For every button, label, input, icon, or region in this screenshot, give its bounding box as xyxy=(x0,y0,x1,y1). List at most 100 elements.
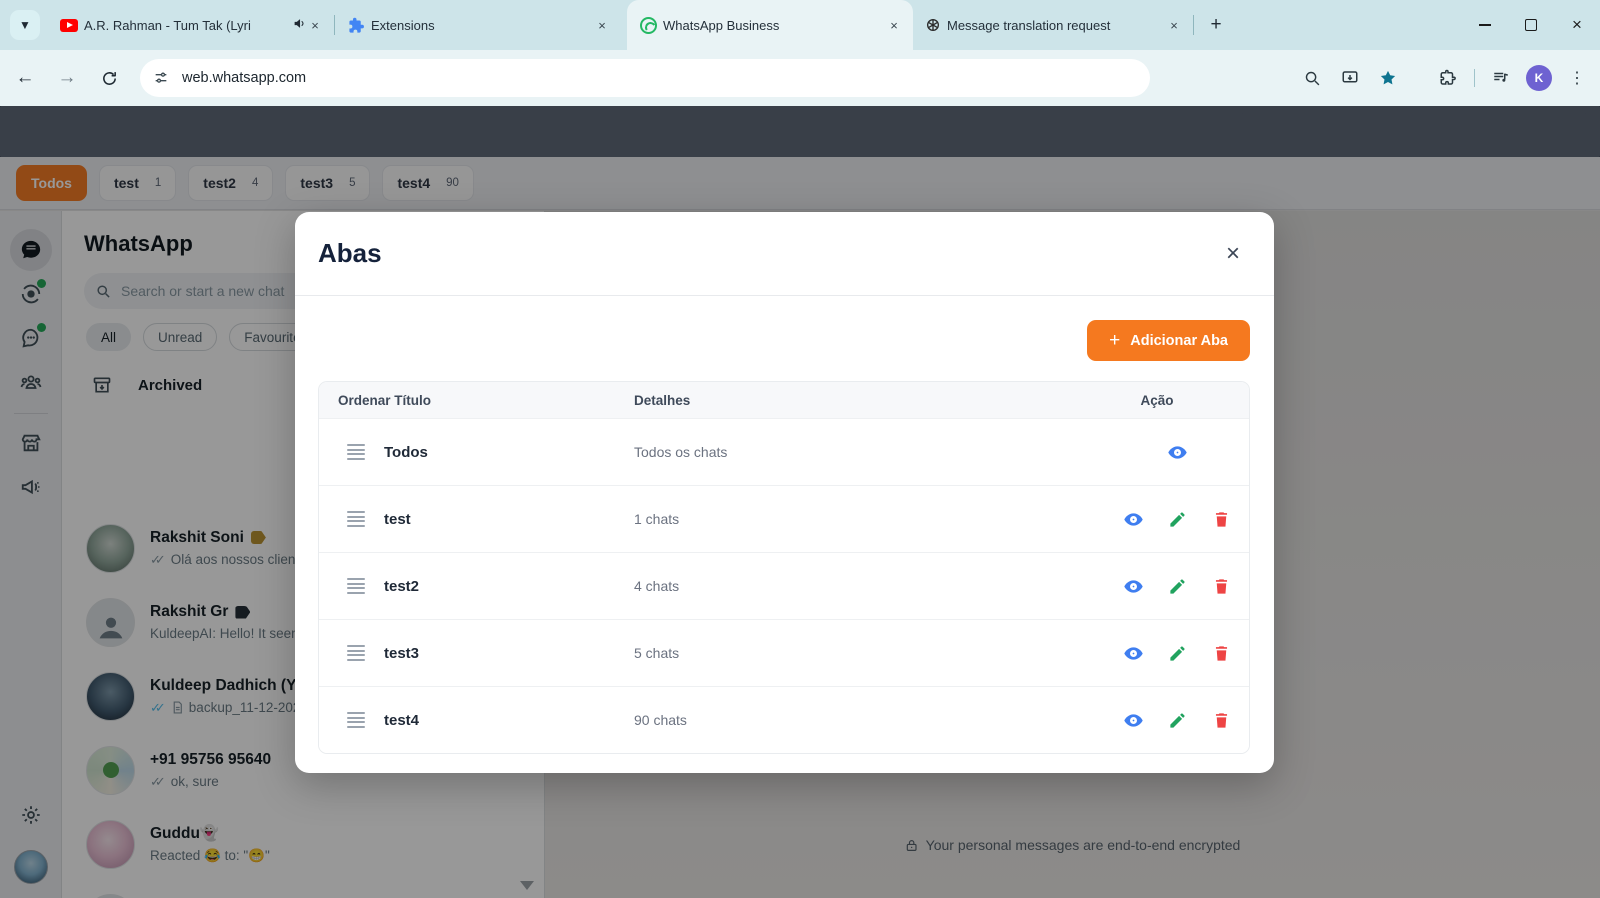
trash-icon xyxy=(1212,644,1231,663)
plus-icon: + xyxy=(1109,330,1120,352)
eye-icon xyxy=(1167,442,1188,463)
browser-tab-whatsapp-active[interactable]: WhatsApp Business × xyxy=(627,0,913,50)
view-tab-button[interactable] xyxy=(1111,700,1155,740)
youtube-icon xyxy=(60,16,78,34)
tab-row-title: test xyxy=(384,511,411,528)
drag-handle-icon[interactable] xyxy=(347,511,365,527)
tab-title: WhatsApp Business xyxy=(663,18,879,33)
column-header-action: Ação xyxy=(1079,393,1249,408)
trash-icon xyxy=(1212,510,1231,529)
drag-handle-icon[interactable] xyxy=(347,645,365,661)
page-content: ▼ + Todos test1 test24 xyxy=(0,106,1600,898)
tab-row-title: test2 xyxy=(384,578,419,595)
tab-title: Extensions xyxy=(371,18,587,33)
zoom-icon[interactable] xyxy=(1295,61,1329,95)
site-info-icon[interactable] xyxy=(148,65,174,91)
chrome-menu-icon[interactable]: ⋮ xyxy=(1560,61,1594,95)
url-text: web.whatsapp.com xyxy=(182,70,306,86)
add-tab-button-label: Adicionar Aba xyxy=(1130,333,1228,349)
browser-tab-youtube[interactable]: A.R. Rahman - Tum Tak (Lyri × xyxy=(48,0,334,50)
drag-handle-icon[interactable] xyxy=(347,578,365,594)
delete-tab-button[interactable] xyxy=(1199,633,1243,673)
close-tab-icon[interactable]: × xyxy=(306,16,324,34)
table-row: test4 90 chats xyxy=(319,686,1249,753)
window-restore-button[interactable] xyxy=(1508,0,1554,50)
browser-toolbar: ← → web.whatsapp.com K ⋮ xyxy=(0,50,1600,106)
view-tab-button[interactable] xyxy=(1155,432,1199,472)
window-close-button[interactable]: × xyxy=(1554,0,1600,50)
new-tab-button[interactable]: + xyxy=(1202,11,1230,39)
whatsapp-icon xyxy=(639,16,657,34)
modal-body: + Adicionar Aba Ordenar Título Detalhes … xyxy=(295,296,1274,754)
delete-tab-button[interactable] xyxy=(1199,566,1243,606)
audio-playing-icon[interactable] xyxy=(293,17,306,33)
media-playlist-icon[interactable] xyxy=(1484,61,1518,95)
tab-row-title: test4 xyxy=(384,712,419,729)
profile-avatar[interactable]: K xyxy=(1522,61,1556,95)
delete-tab-button[interactable] xyxy=(1199,700,1243,740)
eye-icon xyxy=(1123,710,1144,731)
edit-tab-button[interactable] xyxy=(1155,499,1199,539)
address-bar[interactable]: web.whatsapp.com xyxy=(140,59,1150,97)
tab-separator xyxy=(1193,15,1194,35)
table-row: test3 5 chats xyxy=(319,619,1249,686)
table-header-row: Ordenar Título Detalhes Ação xyxy=(319,382,1249,418)
eye-icon xyxy=(1123,509,1144,530)
tab-row-details: 90 chats xyxy=(634,712,1079,728)
bookmark-star-icon[interactable] xyxy=(1371,61,1405,95)
reload-button[interactable] xyxy=(92,61,126,95)
view-tab-button[interactable] xyxy=(1111,566,1155,606)
tab-search-button[interactable]: ▼ xyxy=(10,10,40,40)
forward-button[interactable]: → xyxy=(50,61,84,95)
window-controls: × xyxy=(1462,0,1600,50)
eye-icon xyxy=(1123,643,1144,664)
table-row: Todos Todos os chats xyxy=(319,418,1249,485)
tab-row-title: Todos xyxy=(384,444,428,461)
pencil-icon xyxy=(1168,711,1187,730)
pencil-icon xyxy=(1168,577,1187,596)
add-tab-button[interactable]: + Adicionar Aba xyxy=(1087,320,1250,361)
column-header-details: Detalhes xyxy=(634,393,1079,408)
avatar-initial: K xyxy=(1526,65,1552,91)
modal-header: Abas × xyxy=(295,212,1274,296)
close-tab-icon[interactable]: × xyxy=(593,16,611,34)
close-tab-icon[interactable]: × xyxy=(1165,16,1183,34)
modal-title: Abas xyxy=(318,238,382,269)
tab-row-details: 4 chats xyxy=(634,578,1079,594)
view-tab-button[interactable] xyxy=(1111,499,1155,539)
install-app-icon[interactable] xyxy=(1333,61,1367,95)
browser-tabstrip: ▼ A.R. Rahman - Tum Tak (Lyri × Extensio… xyxy=(0,0,1600,50)
back-button[interactable]: ← xyxy=(8,61,42,95)
table-row: test2 4 chats xyxy=(319,552,1249,619)
delete-tab-button[interactable] xyxy=(1199,499,1243,539)
pencil-icon xyxy=(1168,510,1187,529)
toolbar-right-icons: K ⋮ xyxy=(1295,61,1594,95)
toolbar-separator xyxy=(1474,69,1475,87)
edit-tab-button[interactable] xyxy=(1155,566,1199,606)
tab-row-details: 5 chats xyxy=(634,645,1079,661)
browser-tab-chatgpt[interactable]: Message translation request × xyxy=(913,0,1193,50)
tab-title: Message translation request xyxy=(947,18,1159,33)
view-tab-button[interactable] xyxy=(1111,633,1155,673)
close-icon[interactable]: × xyxy=(1218,239,1248,269)
chatgpt-icon xyxy=(925,17,941,33)
tabs-table: Ordenar Título Detalhes Ação Todos Todos… xyxy=(318,381,1250,754)
drag-handle-icon[interactable] xyxy=(347,712,365,728)
trash-icon xyxy=(1212,711,1231,730)
trash-icon xyxy=(1212,577,1231,596)
tab-row-details: Todos os chats xyxy=(634,444,1079,460)
tab-title: A.R. Rahman - Tum Tak (Lyri xyxy=(84,18,285,33)
drag-handle-icon[interactable] xyxy=(347,444,365,460)
abas-modal: Abas × + Adicionar Aba Ordenar Título De… xyxy=(295,212,1274,773)
pencil-icon xyxy=(1168,644,1187,663)
edit-tab-button[interactable] xyxy=(1155,633,1199,673)
table-row: test 1 chats xyxy=(319,485,1249,552)
eye-icon xyxy=(1123,576,1144,597)
tab-row-title: test3 xyxy=(384,645,419,662)
edit-tab-button[interactable] xyxy=(1155,700,1199,740)
window-minimize-button[interactable] xyxy=(1462,0,1508,50)
extensions-icon[interactable] xyxy=(1431,61,1465,95)
tab-row-details: 1 chats xyxy=(634,511,1079,527)
close-tab-icon[interactable]: × xyxy=(885,16,903,34)
browser-tab-extensions[interactable]: Extensions × xyxy=(335,0,621,50)
